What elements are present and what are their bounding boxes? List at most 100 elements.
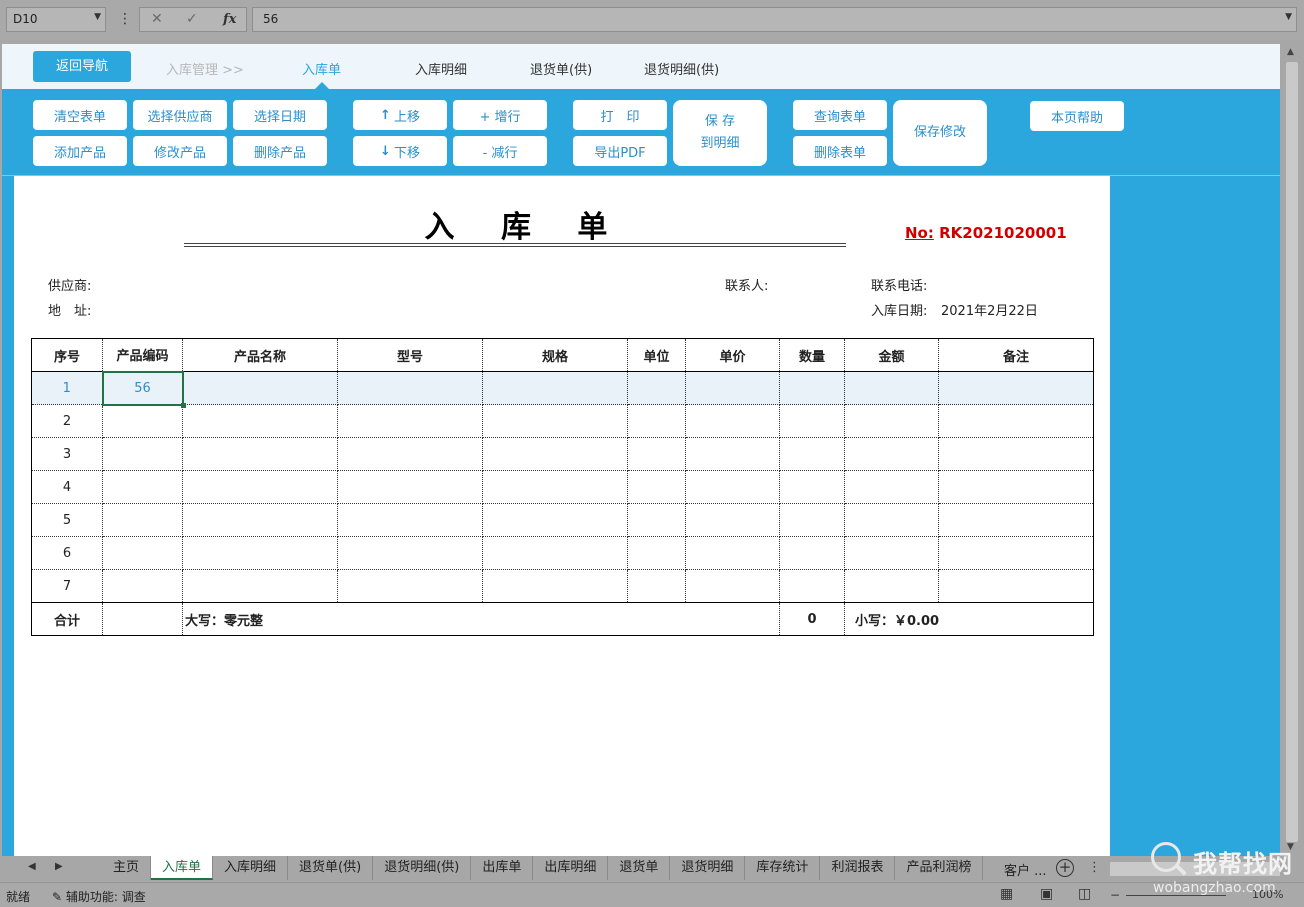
cell[interactable] — [779, 437, 845, 471]
sheet-tab[interactable]: 主页 — [102, 856, 152, 880]
cell[interactable] — [627, 470, 686, 504]
cell-seq[interactable]: 4 — [31, 470, 103, 504]
cancel-icon[interactable]: ✕ — [151, 11, 163, 27]
cell[interactable] — [844, 569, 939, 603]
cell[interactable] — [685, 536, 780, 570]
save-to-detail-button[interactable]: 保 存 到明细 — [673, 100, 767, 166]
cell-seq[interactable]: 7 — [31, 569, 103, 603]
cell[interactable] — [627, 371, 686, 405]
cell-code[interactable] — [102, 569, 183, 603]
add-row-button[interactable]: + 增行 — [453, 100, 547, 130]
cell[interactable] — [844, 470, 939, 504]
add-product-button[interactable]: 添加产品 — [33, 136, 127, 166]
remove-row-button[interactable]: - 减行 — [453, 136, 547, 166]
cell-seq[interactable]: 2 — [31, 404, 103, 438]
cell[interactable] — [337, 371, 483, 405]
cell[interactable] — [627, 404, 686, 438]
cell[interactable] — [938, 470, 1094, 504]
cell[interactable] — [685, 404, 780, 438]
cell[interactable] — [182, 569, 338, 603]
delete-form-button[interactable]: 删除表单 — [793, 136, 887, 166]
cell[interactable] — [779, 503, 845, 537]
cell[interactable] — [182, 470, 338, 504]
tab-inbound-detail[interactable]: 入库明细 — [415, 59, 467, 78]
sheet-tab[interactable]: 退货单 — [608, 856, 671, 880]
date-value[interactable]: 2021年2月22日 — [941, 300, 1038, 319]
cell[interactable] — [844, 371, 939, 405]
cell-seq[interactable]: 6 — [31, 536, 103, 570]
cell-code[interactable] — [102, 404, 183, 438]
cell-seq[interactable]: 5 — [31, 503, 103, 537]
save-changes-button[interactable]: 保存修改 — [893, 100, 987, 166]
cell[interactable] — [182, 371, 338, 405]
tab-return-supplier[interactable]: 退货单(供) — [530, 59, 592, 78]
sheet-tab[interactable]: 出库单 — [471, 856, 534, 880]
back-to-nav-button[interactable]: 返回导航 — [33, 51, 131, 82]
cell[interactable] — [182, 536, 338, 570]
page-help-button[interactable]: 本页帮助 — [1030, 101, 1124, 131]
cell[interactable] — [627, 503, 686, 537]
name-box[interactable]: D10 ▼ — [6, 7, 106, 32]
zoom-out-icon[interactable]: − — [1110, 888, 1120, 902]
cell[interactable] — [685, 569, 780, 603]
cell-seq[interactable]: 1 — [31, 371, 103, 405]
cell[interactable] — [938, 371, 1094, 405]
cell[interactable] — [182, 437, 338, 471]
insert-function-icon[interactable]: fx — [223, 12, 236, 27]
cell[interactable] — [938, 404, 1094, 438]
move-up-button[interactable]: ↑ 上移 — [353, 100, 447, 130]
cell[interactable] — [685, 503, 780, 537]
select-supplier-button[interactable]: 选择供应商 — [133, 100, 227, 130]
cell[interactable] — [844, 503, 939, 537]
vertical-scrollbar[interactable]: ▲ ▼ — [1283, 44, 1301, 856]
cell[interactable] — [337, 470, 483, 504]
cell[interactable] — [627, 536, 686, 570]
edit-product-button[interactable]: 修改产品 — [133, 136, 227, 166]
tab-return-detail-supplier[interactable]: 退货明细(供) — [644, 59, 719, 78]
cell-code-selected[interactable]: 56 — [101, 370, 187, 409]
cell[interactable] — [482, 470, 628, 504]
cell-seq[interactable]: 3 — [31, 437, 103, 471]
cell[interactable] — [685, 437, 780, 471]
cell[interactable] — [482, 371, 628, 405]
cell[interactable] — [844, 437, 939, 471]
tab-inbound-form[interactable]: 入库单 — [302, 59, 341, 78]
cell[interactable] — [627, 437, 686, 471]
cell[interactable] — [337, 503, 483, 537]
formula-input[interactable]: 56 ▼ — [252, 7, 1297, 32]
query-form-button[interactable]: 查询表单 — [793, 100, 887, 130]
cell[interactable] — [938, 437, 1094, 471]
cell[interactable] — [779, 569, 845, 603]
cell-code[interactable] — [102, 503, 183, 537]
cell[interactable] — [482, 437, 628, 471]
more-sheets-tab[interactable]: 客户 ... — [1004, 860, 1047, 879]
cell[interactable] — [337, 569, 483, 603]
cell-code[interactable] — [102, 536, 183, 570]
cell[interactable] — [337, 536, 483, 570]
scroll-thumb[interactable] — [1286, 62, 1298, 842]
delete-product-button[interactable]: 删除产品 — [233, 136, 327, 166]
sheet-tab[interactable]: 利润报表 — [820, 856, 896, 880]
sheet-tab[interactable]: 产品利润榜 — [895, 856, 984, 880]
cell[interactable] — [482, 536, 628, 570]
more-vertical-icon[interactable]: ⋮ — [118, 11, 132, 27]
cell[interactable] — [685, 371, 780, 405]
cell[interactable] — [938, 536, 1094, 570]
cell[interactable] — [779, 470, 845, 504]
cell[interactable] — [337, 404, 483, 438]
chevron-down-icon[interactable]: ▼ — [94, 12, 101, 22]
cell[interactable] — [779, 536, 845, 570]
sheet-tab[interactable]: 退货单(供) — [288, 856, 374, 880]
cell[interactable] — [182, 404, 338, 438]
clear-form-button[interactable]: 清空表单 — [33, 100, 127, 130]
select-date-button[interactable]: 选择日期 — [233, 100, 327, 130]
cell[interactable] — [779, 404, 845, 438]
cell[interactable] — [182, 503, 338, 537]
cell[interactable] — [844, 536, 939, 570]
cell[interactable] — [627, 569, 686, 603]
cell[interactable] — [938, 569, 1094, 603]
next-sheet-icon[interactable]: ▶ — [55, 861, 63, 872]
cell[interactable] — [482, 569, 628, 603]
export-pdf-button[interactable]: 导出PDF — [573, 136, 667, 166]
sheet-tab[interactable]: 退货明细(供) — [373, 856, 472, 880]
